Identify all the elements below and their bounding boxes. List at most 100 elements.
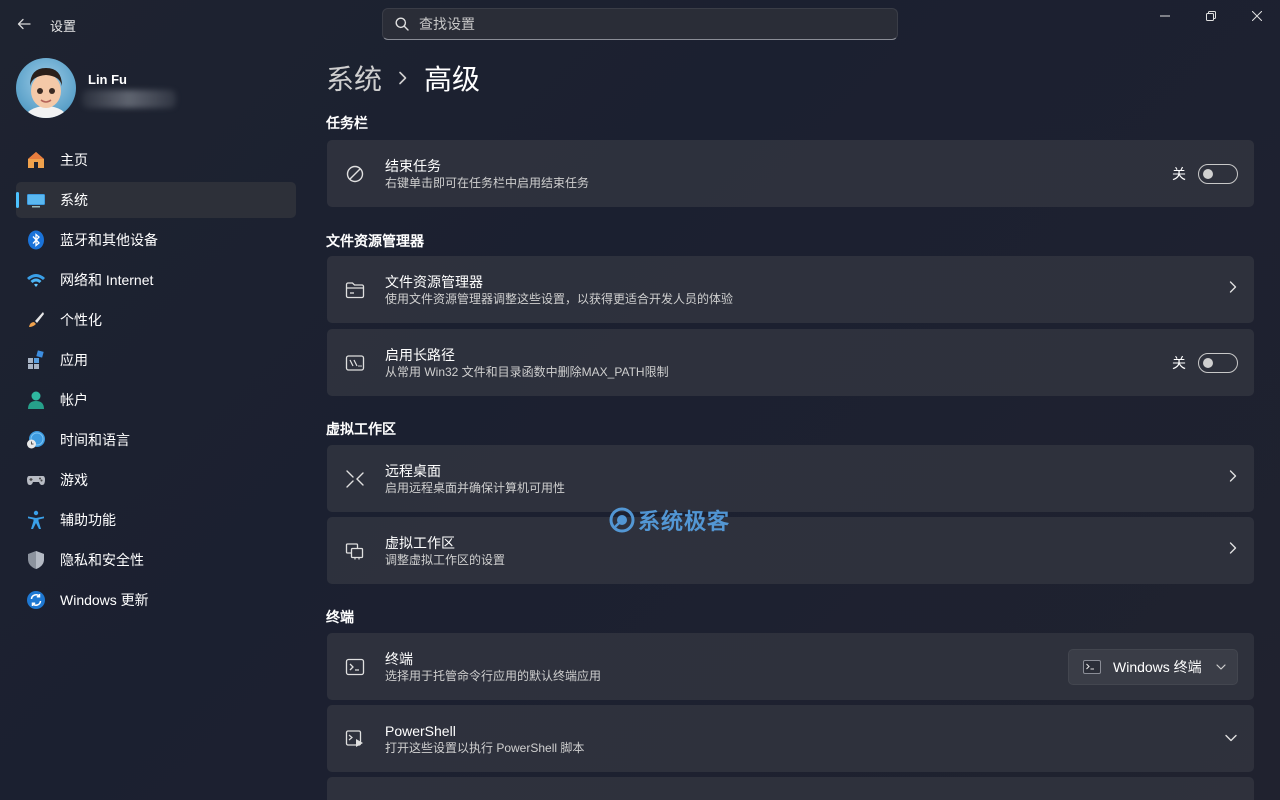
card-title: 终端 — [385, 651, 413, 667]
close-button[interactable] — [1234, 0, 1280, 32]
title-bar: 设置 — [0, 0, 1280, 48]
search-input[interactable] — [419, 16, 859, 32]
card-title: 虚拟工作区 — [385, 535, 455, 551]
toggle-state-label: 关 — [1172, 354, 1186, 371]
card-subtitle: 调整虚拟工作区的设置 — [385, 553, 506, 567]
sidebar-item-label: 时间和语言 — [60, 432, 130, 448]
sidebar-item-accounts[interactable]: 帐户 — [16, 382, 296, 418]
search-icon — [395, 17, 409, 31]
folder-icon — [344, 279, 366, 301]
virtual-workspace-icon — [344, 540, 366, 562]
sidebar-item-label: 主页 — [60, 152, 88, 168]
terminal-icon — [344, 656, 366, 678]
section-title-virtual: 虚拟工作区 — [326, 421, 396, 437]
sidebar-item-accessibility[interactable]: 辅助功能 — [16, 502, 296, 538]
minimize-icon — [1160, 15, 1170, 17]
breadcrumb: 系统 高级 — [326, 58, 480, 98]
apps-icon — [26, 350, 46, 370]
sidebar-item-apps[interactable]: 应用 — [16, 342, 296, 378]
page-title: 高级 — [424, 64, 481, 95]
close-icon — [1252, 11, 1262, 21]
chevron-right-icon — [1228, 280, 1238, 299]
user-profile[interactable]: Lin Fu — [16, 56, 296, 120]
sidebar-item-label: 个性化 — [60, 312, 102, 328]
card-subtitle: 打开这些设置以执行 PowerShell 脚本 — [385, 741, 585, 755]
card-subtitle: 启用远程桌面并确保计算机可用性 — [385, 481, 566, 495]
bluetooth-icon — [26, 230, 46, 250]
sidebar-item-gaming[interactable]: 游戏 — [16, 462, 296, 498]
sidebar-item-label: Windows 更新 — [60, 592, 149, 608]
card-title: 远程桌面 — [385, 463, 441, 479]
card-title: 启用长路径 — [385, 347, 455, 363]
next-card-partial[interactable] — [327, 777, 1254, 800]
sidebar-item-personalization[interactable]: 个性化 — [16, 302, 296, 338]
default-terminal-dropdown[interactable]: Windows 终端 — [1068, 648, 1238, 685]
card-subtitle: 从常用 Win32 文件和目录函数中删除MAX_PATH限制 — [385, 365, 669, 379]
restore-button[interactable] — [1188, 0, 1234, 32]
sidebar-item-windows-update[interactable]: Windows 更新 — [16, 582, 296, 618]
card-subtitle: 选择用于托管命令行应用的默认终端应用 — [385, 669, 602, 683]
toggle-state-label: 关 — [1172, 165, 1186, 182]
back-button[interactable] — [12, 12, 36, 36]
powershell-card[interactable]: PowerShell 打开这些设置以执行 PowerShell 脚本 — [327, 705, 1254, 772]
end-task-card: 结束任务 右键单击即可在任务栏中启用结束任务 关 — [327, 140, 1254, 207]
gamepad-icon — [26, 470, 46, 490]
chevron-right-icon — [398, 71, 408, 85]
app-title: 设置 — [50, 19, 77, 34]
long-path-icon — [344, 352, 366, 374]
remote-desktop-card[interactable]: 远程桌面 启用远程桌面并确保计算机可用性 — [327, 445, 1254, 512]
sidebar-item-label: 系统 — [60, 192, 88, 208]
card-title: 结束任务 — [385, 158, 441, 174]
system-icon — [26, 190, 46, 210]
minimize-button[interactable] — [1142, 0, 1188, 32]
card-title: PowerShell — [385, 723, 456, 739]
sidebar-item-label: 隐私和安全性 — [60, 552, 144, 568]
sidebar-item-label: 帐户 — [60, 392, 88, 408]
sidebar-item-label: 蓝牙和其他设备 — [60, 232, 158, 248]
sidebar-item-network[interactable]: 网络和 Internet — [16, 262, 296, 298]
section-title-explorer: 文件资源管理器 — [326, 233, 424, 249]
shield-icon — [26, 550, 46, 570]
sidebar-item-system[interactable]: 系统 — [16, 182, 296, 218]
watermark-text: 系统极客 — [638, 509, 731, 534]
sidebar-item-label: 游戏 — [60, 472, 88, 488]
sidebar-item-bluetooth[interactable]: 蓝牙和其他设备 — [16, 222, 296, 258]
globe-clock-icon — [26, 430, 46, 450]
section-title-terminal: 终端 — [326, 609, 354, 625]
card-subtitle: 右键单击即可在任务栏中启用结束任务 — [385, 176, 590, 190]
wifi-icon — [26, 270, 46, 290]
update-icon — [26, 590, 46, 610]
watermark-logo-icon — [609, 507, 635, 533]
chevron-right-icon — [1228, 469, 1238, 488]
back-arrow-icon — [17, 18, 31, 30]
window-controls — [1142, 0, 1280, 32]
sidebar-item-time-language[interactable]: 时间和语言 — [16, 422, 296, 458]
avatar-illustration — [24, 68, 68, 118]
chevron-down-icon — [1224, 730, 1238, 748]
search-box[interactable] — [382, 8, 898, 40]
card-title: 文件资源管理器 — [385, 274, 483, 290]
user-email-redacted — [82, 90, 176, 108]
sidebar-item-label: 网络和 Internet — [60, 272, 154, 288]
powershell-icon — [344, 728, 366, 750]
toggle-knob — [1203, 357, 1213, 368]
account-icon — [26, 390, 46, 410]
end-task-toggle[interactable] — [1198, 163, 1238, 184]
sidebar-nav: 主页 系统 蓝牙和其他设备 网络和 Internet 个性化 应用 帐户 时间和… — [16, 142, 296, 622]
user-name: Lin Fu — [88, 72, 127, 87]
dropdown-selected-value: Windows 终端 — [1113, 658, 1202, 675]
file-explorer-card[interactable]: 文件资源管理器 使用文件资源管理器调整这些设置，以获得更适合开发人员的体验 — [327, 256, 1254, 323]
sidebar-item-label: 辅助功能 — [60, 512, 116, 528]
restore-icon — [1206, 11, 1216, 21]
chevron-right-icon — [1228, 541, 1238, 560]
virtual-workspace-card[interactable]: 虚拟工作区 调整虚拟工作区的设置 — [327, 517, 1254, 584]
sidebar-item-home[interactable]: 主页 — [16, 142, 296, 178]
long-path-toggle[interactable] — [1198, 352, 1238, 373]
watermark: 系统极客 — [608, 504, 730, 536]
breadcrumb-parent[interactable]: 系统 — [326, 58, 382, 98]
block-icon — [344, 163, 366, 185]
card-subtitle: 使用文件资源管理器调整这些设置，以获得更适合开发人员的体验 — [385, 292, 734, 306]
sidebar-item-privacy[interactable]: 隐私和安全性 — [16, 542, 296, 578]
remote-desktop-icon — [344, 468, 366, 490]
terminal-card: 终端 选择用于托管命令行应用的默认终端应用 Windows 终端 — [327, 633, 1254, 700]
